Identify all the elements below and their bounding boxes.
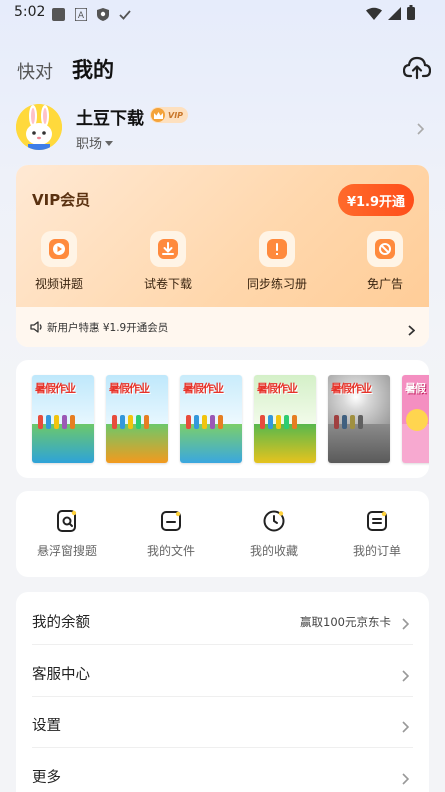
- chevron-right-icon: [408, 321, 416, 340]
- app-icon: [52, 6, 65, 25]
- book-title: 暑假: [405, 382, 426, 395]
- menu-item-label: 设置: [32, 718, 61, 734]
- vip-feature-label: 同步练习册: [246, 277, 307, 291]
- check-icon: [119, 6, 131, 25]
- menu-item-label: 更多: [32, 770, 61, 786]
- chevron-right-icon: [402, 718, 410, 737]
- tool-floating-search[interactable]: 悬浮窗搜题: [17, 509, 117, 559]
- vip-badge-label: VIP: [168, 110, 184, 120]
- tool-label: 我的文件: [146, 544, 195, 558]
- menu-item-balance[interactable]: 我的余额 赢取100元京东卡: [16, 594, 429, 645]
- vip-title: VIP会员: [32, 191, 91, 209]
- vip-open-button[interactable]: ¥1.9开通: [338, 184, 414, 216]
- tool-label: 我的收藏: [249, 544, 298, 558]
- chevron-right-icon: [402, 667, 410, 686]
- vip-card: VIP会员 ¥1.9开通 视频讲题 试卷下载 同步练习册 免广告 新用户特惠 ¥…: [16, 165, 429, 347]
- status-time: 5:02: [14, 4, 46, 20]
- book-cover[interactable]: 暑假作业: [328, 375, 390, 463]
- vip-feature-video[interactable]: 视频讲题: [19, 231, 99, 292]
- book-cover[interactable]: 暑假: [402, 375, 429, 463]
- tool-label: 悬浮窗搜题: [36, 544, 97, 558]
- chevron-right-icon: [402, 615, 410, 634]
- vip-feature-exercise[interactable]: 同步练习册: [237, 231, 317, 292]
- menu-item-support[interactable]: 客服中心: [16, 646, 429, 697]
- role-selector[interactable]: 职场: [76, 133, 114, 152]
- role-label: 职场: [76, 137, 103, 152]
- username[interactable]: 土豆下载: [76, 104, 144, 129]
- menu-item-settings[interactable]: 设置: [16, 697, 429, 748]
- vip-badge: VIP: [150, 107, 188, 123]
- no-ads-icon: [367, 231, 403, 267]
- vip-promo-bar[interactable]: 新用户特惠 ¥1.9开通会员: [16, 307, 429, 347]
- book-cover[interactable]: 暑假作业: [254, 375, 316, 463]
- chevron-right-icon: [402, 770, 410, 789]
- quick-tools: 悬浮窗搜题 我的文件 我的收藏 我的订单: [16, 491, 429, 577]
- speaker-icon: [30, 318, 43, 337]
- video-play-icon: [41, 231, 77, 267]
- chevron-right-icon[interactable]: [417, 120, 425, 139]
- book-title: 暑假作业: [35, 382, 76, 395]
- menu-item-label: 我的余额: [32, 615, 90, 631]
- cloud-upload-icon[interactable]: [402, 56, 432, 80]
- tab-kuaidui[interactable]: 快对: [17, 58, 53, 84]
- menu-item-extra: 赢取100元京东卡: [300, 615, 391, 629]
- shield-icon: [97, 6, 109, 25]
- signal-icon: [388, 5, 401, 24]
- search-doc-icon: [55, 509, 79, 533]
- book-title: 暑假作业: [257, 382, 298, 395]
- tab-mine[interactable]: 我的: [72, 54, 114, 84]
- clock-icon: [262, 509, 286, 533]
- crown-icon: [151, 108, 165, 122]
- exercise-book-icon: [259, 231, 295, 267]
- book-cover[interactable]: 暑假作业: [106, 375, 168, 463]
- vip-card-header: VIP会员 ¥1.9开通 视频讲题 试卷下载 同步练习册 免广告: [16, 165, 429, 307]
- battery-icon: [407, 5, 415, 24]
- vip-feature-label: 视频讲题: [34, 277, 83, 291]
- avatar[interactable]: [16, 104, 62, 150]
- vip-promo-text: 新用户特惠 ¥1.9开通会员: [47, 321, 169, 334]
- tool-my-favorites[interactable]: 我的收藏: [224, 509, 324, 559]
- tool-my-orders[interactable]: 我的订单: [327, 509, 427, 559]
- menu-list: 我的余额 赢取100元京东卡 客服中心 设置 更多: [16, 592, 429, 792]
- tool-my-files[interactable]: 我的文件: [121, 509, 221, 559]
- book-cover[interactable]: 暑假作业: [32, 375, 94, 463]
- caret-down-icon: [105, 135, 114, 150]
- book-title: 暑假作业: [109, 382, 150, 395]
- folder-icon: [159, 509, 183, 533]
- svg-text:A: A: [78, 11, 85, 21]
- order-icon: [365, 509, 389, 533]
- wifi-icon: [366, 5, 382, 24]
- download-icon: [150, 231, 186, 267]
- vip-feature-label: 免广告: [366, 277, 403, 291]
- book-title: 暑假作业: [331, 382, 372, 395]
- a-icon: A: [74, 6, 88, 25]
- status-bar: 5:02 A: [0, 0, 445, 26]
- menu-item-more[interactable]: 更多: [16, 749, 429, 792]
- book-shelf: 暑假作业 暑假作业 暑假作业 暑假作业 暑假作业 暑假: [16, 360, 429, 478]
- book-cover[interactable]: 暑假作业: [180, 375, 242, 463]
- vip-feature-noads[interactable]: 免广告: [345, 231, 425, 292]
- menu-item-label: 客服中心: [32, 667, 90, 683]
- vip-feature-label: 试卷下载: [143, 277, 192, 291]
- book-title: 暑假作业: [183, 382, 224, 395]
- vip-feature-download[interactable]: 试卷下载: [128, 231, 208, 292]
- tool-label: 我的订单: [352, 544, 401, 558]
